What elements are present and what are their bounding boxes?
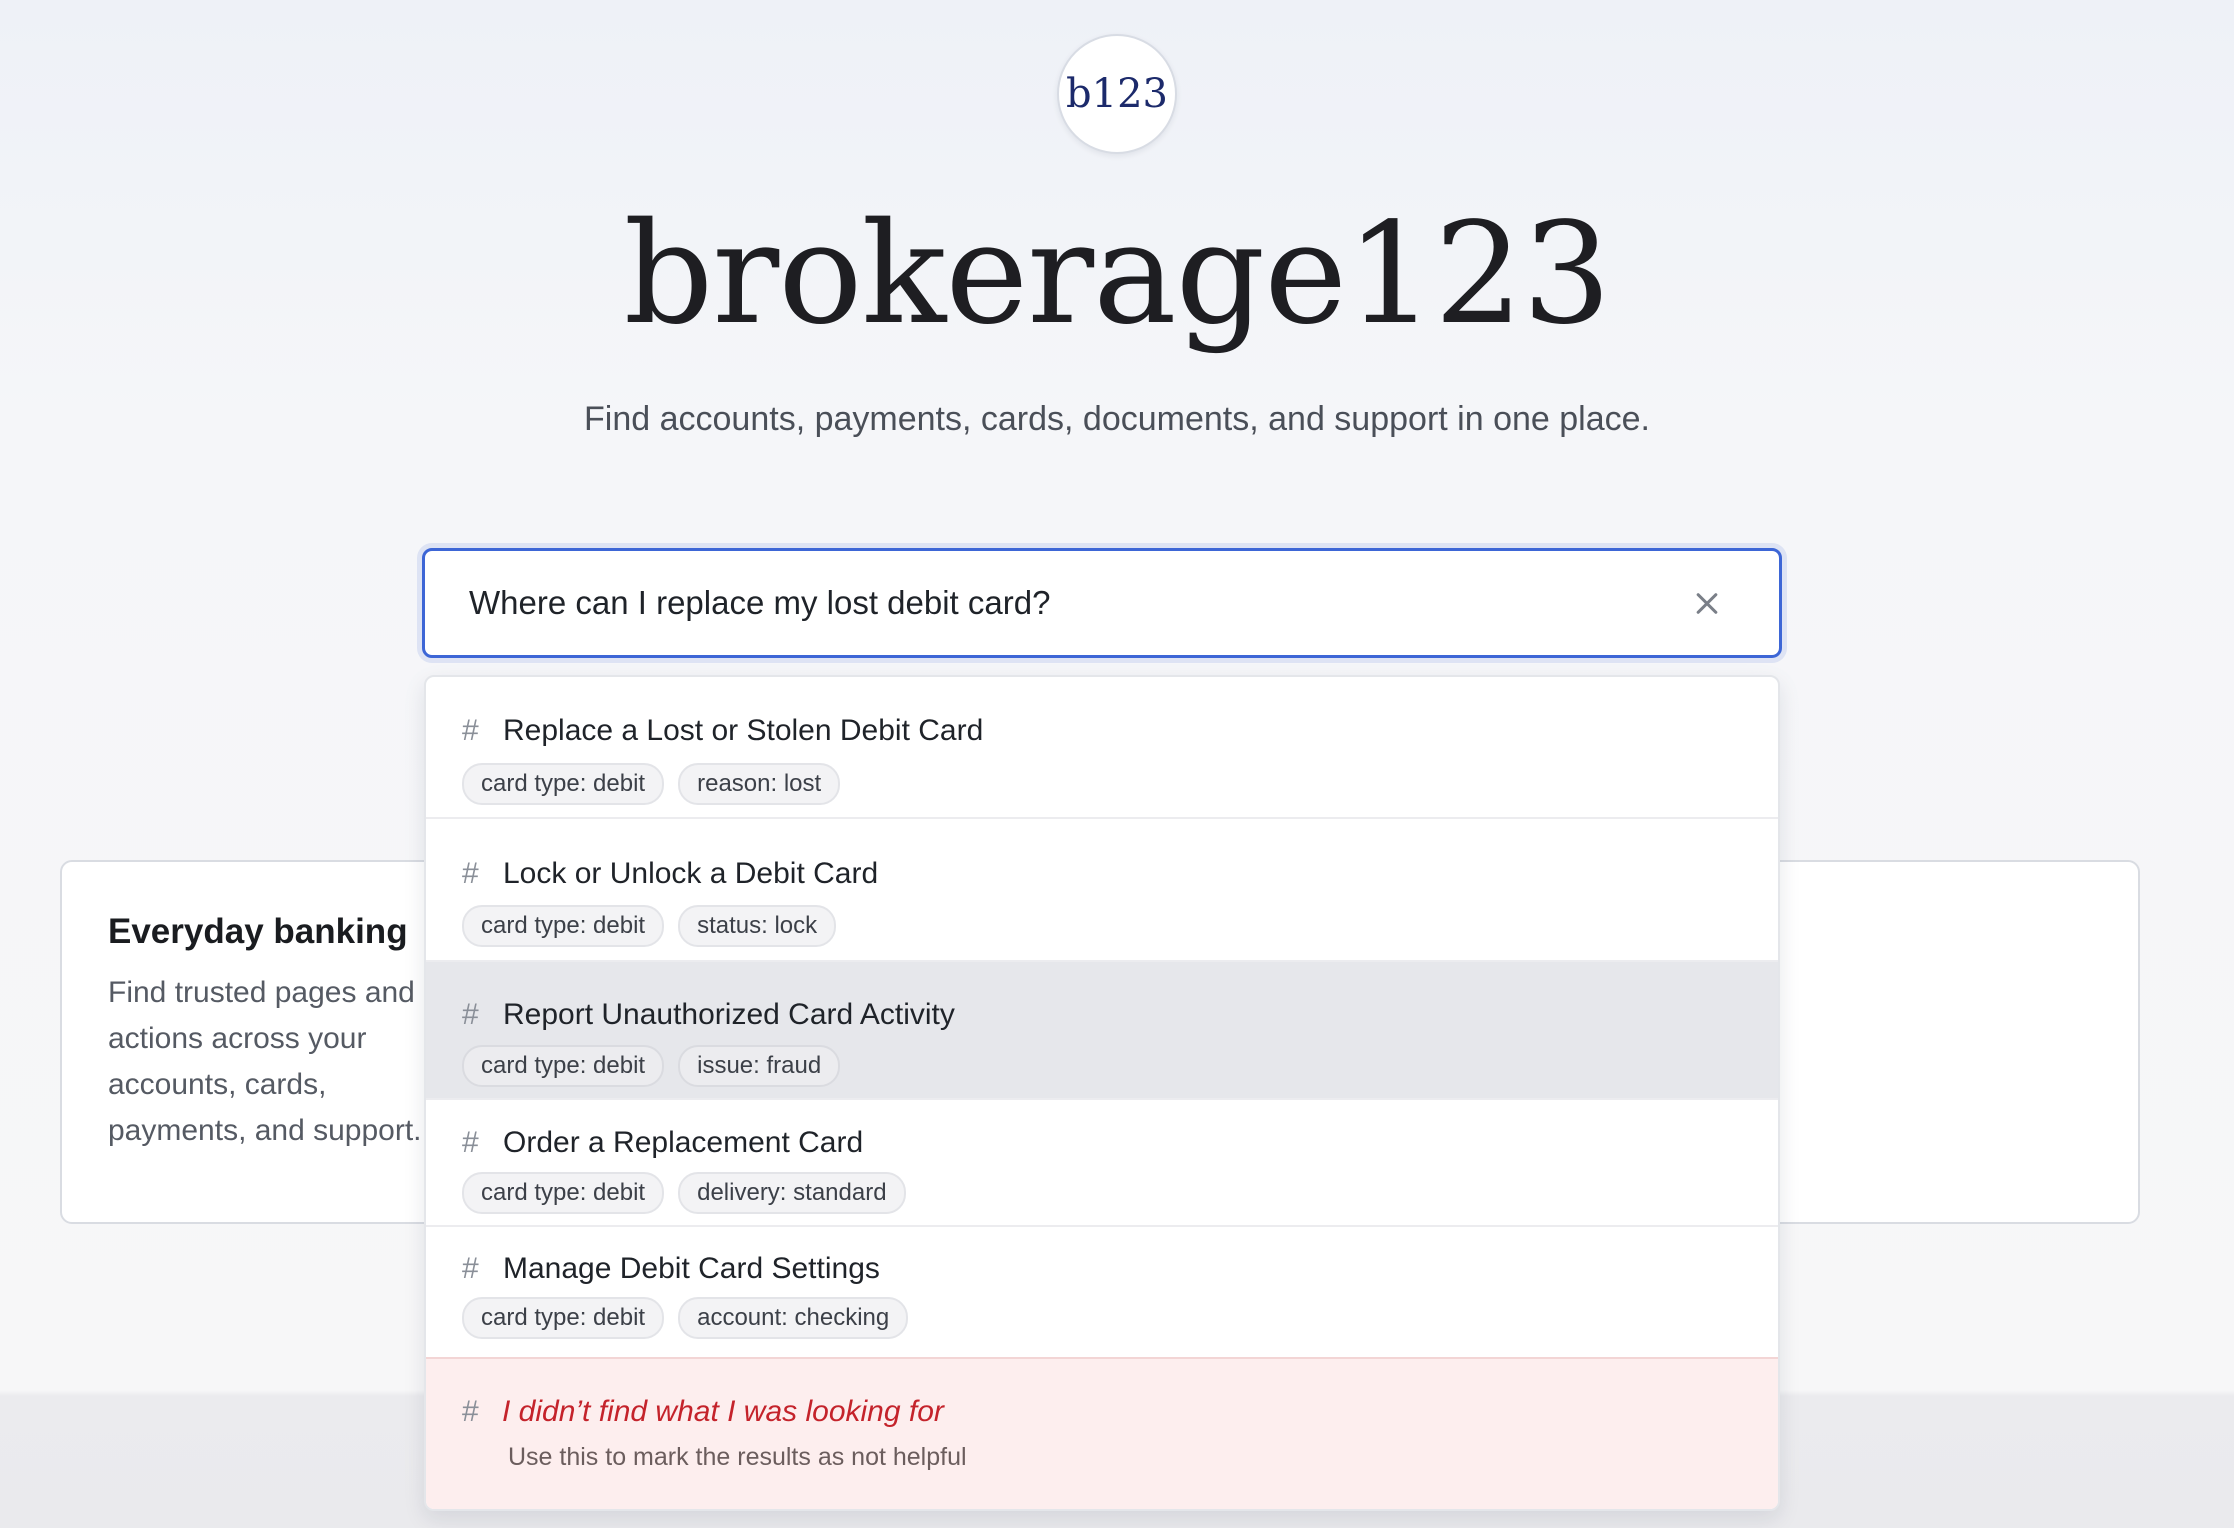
brand-logo: b123 — [1057, 34, 1177, 154]
result-title: Order a Replacement Card — [503, 1126, 864, 1159]
hash-icon: # — [462, 1395, 479, 1428]
result-tag: card type: debit — [462, 1172, 665, 1214]
search-box — [422, 548, 1782, 658]
result-tag: status: lock — [678, 905, 837, 947]
hash-icon: # — [462, 998, 479, 1031]
result-item[interactable]: # Manage Debit Card Settings card type: … — [426, 1227, 1778, 1357]
result-tag: delivery: standard — [678, 1172, 906, 1214]
result-item[interactable]: # Order a Replacement Card card type: de… — [426, 1100, 1778, 1227]
result-item[interactable]: # Replace a Lost or Stolen Debit Card ca… — [426, 677, 1778, 819]
brand-title: brokerage123 — [623, 193, 1612, 356]
result-title: Lock or Unlock a Debit Card — [503, 857, 879, 890]
hash-icon: # — [462, 1252, 479, 1285]
result-title: Report Unauthorized Card Activity — [503, 998, 955, 1031]
result-tag: reason: lost — [678, 763, 841, 805]
brand-logo-text: b123 — [1066, 71, 1168, 117]
search-input[interactable] — [425, 551, 1677, 655]
hash-icon: # — [462, 714, 479, 747]
result-title: Replace a Lost or Stolen Debit Card — [503, 714, 984, 747]
result-item-active[interactable]: # Report Unauthorized Card Activity card… — [426, 962, 1778, 1100]
result-tag: card type: debit — [462, 1045, 665, 1087]
result-tag: card type: debit — [462, 905, 665, 947]
hash-icon: # — [462, 857, 479, 890]
hash-icon: # — [462, 1126, 479, 1159]
result-item[interactable]: # Lock or Unlock a Debit Card card type:… — [426, 819, 1778, 962]
fallback-title: I didn’t find what I was looking for — [502, 1395, 944, 1428]
close-icon[interactable] — [1677, 573, 1737, 633]
result-tag: account: checking — [678, 1297, 909, 1339]
card-title: Everyday banking — [108, 912, 408, 951]
not-helpful-option[interactable]: # I didn’t find what I was looking for U… — [426, 1357, 1778, 1509]
result-tag: card type: debit — [462, 1297, 665, 1339]
search-results-dropdown: # Replace a Lost or Stolen Debit Card ca… — [424, 675, 1780, 1511]
result-tag: card type: debit — [462, 763, 665, 805]
result-title: Manage Debit Card Settings — [503, 1252, 880, 1285]
card-description: Find trusted pages and actions across yo… — [108, 976, 422, 1147]
result-tag: issue: fraud — [678, 1045, 841, 1087]
fallback-subtitle: Use this to mark the results as not help… — [508, 1443, 967, 1471]
tagline: Find accounts, payments, cards, document… — [584, 400, 1650, 438]
